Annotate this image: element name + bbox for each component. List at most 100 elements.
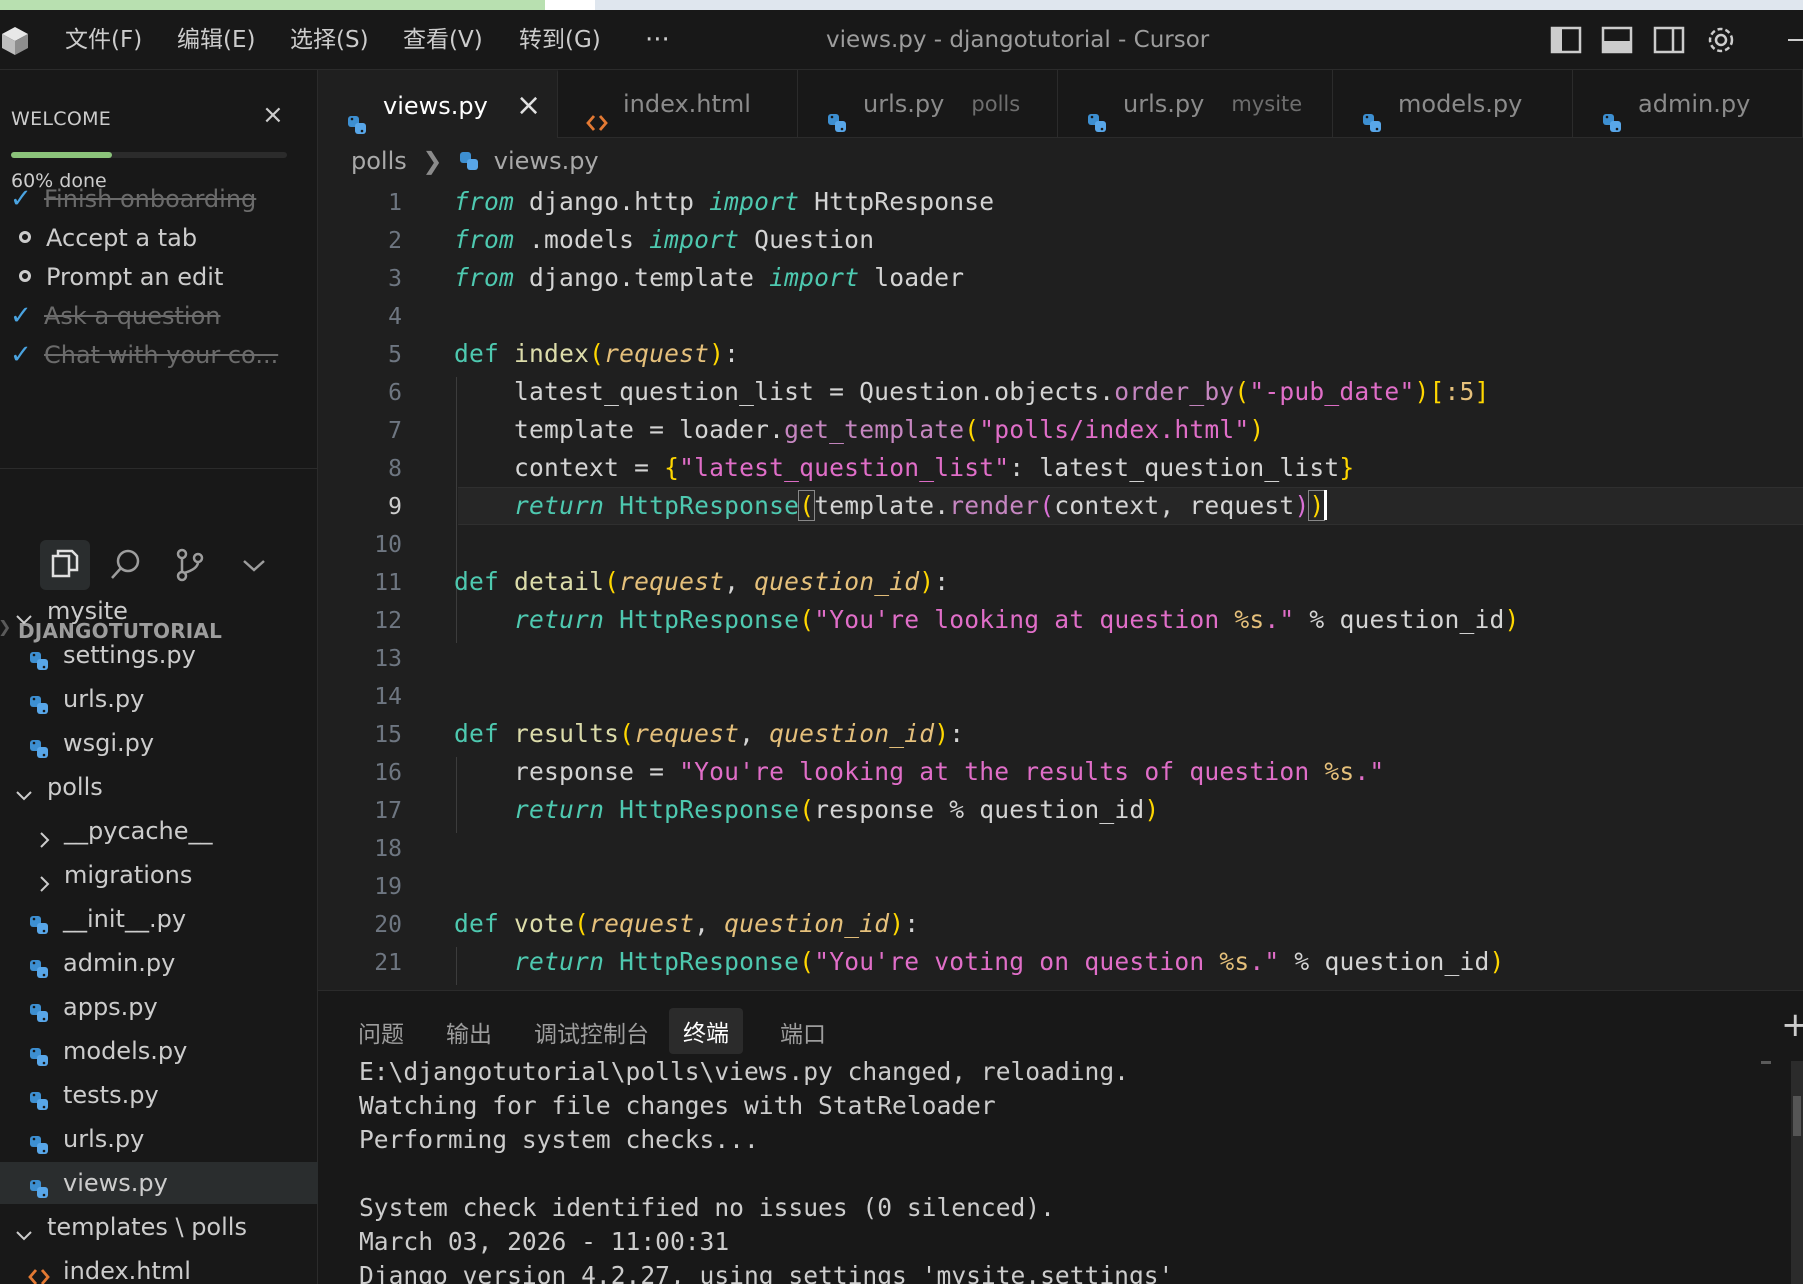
explorer-item[interactable]: __init__.py — [0, 898, 318, 940]
line-number: 11 — [374, 570, 402, 596]
onboarding-task[interactable]: Prompt an edit — [10, 262, 223, 292]
terminal-line: Watching for file changes with StatReloa… — [359, 1091, 996, 1120]
code-editor[interactable]: 1 2 3 4 5 6 7 8 9 10 11 12 13 14 15 16 17 18 19 20 21 from d… — [318, 180, 1803, 990]
python-file-icon — [30, 652, 48, 670]
onboarding-task[interactable]: ✓ Chat with your co... — [10, 340, 278, 370]
tab-ports[interactable]: 端口 — [780, 1015, 826, 1049]
toggle-panel-icon[interactable] — [1597, 20, 1637, 60]
explorer-item[interactable]: index.html — [0, 1250, 318, 1284]
python-file-icon — [30, 1048, 48, 1066]
explorer-item[interactable]: wsgi.py — [0, 722, 318, 764]
python-file-icon — [30, 916, 48, 934]
code-line-6: latest_question_list = Question.objects.… — [454, 377, 1490, 406]
explorer-item[interactable]: admin.py — [0, 942, 318, 984]
breadcrumb-file[interactable]: views.py — [494, 147, 599, 175]
tab-admin-py[interactable]: admin.py — [1573, 70, 1803, 138]
tab-label: index.html — [623, 90, 751, 118]
checkmark-icon: ✓ — [10, 184, 32, 214]
tab-debug-console[interactable]: 调试控制台 — [534, 1015, 649, 1049]
terminal-scrollbar[interactable] — [1791, 1061, 1803, 1284]
tab-models-py[interactable]: models.py — [1333, 70, 1573, 138]
menu-view[interactable]: 查看(V) — [403, 10, 483, 70]
line-number: 19 — [374, 874, 402, 900]
checkmark-icon: ✓ — [10, 301, 32, 331]
code-line-16: response = "You're looking at the result… — [454, 757, 1385, 786]
explorer-item[interactable]: apps.py — [0, 986, 318, 1028]
breadcrumb-folder[interactable]: polls — [351, 147, 407, 175]
new-terminal-icon[interactable]: + — [1781, 1005, 1803, 1045]
line-number: 9 — [388, 494, 402, 520]
tab-urls-py[interactable]: urls.py polls — [798, 70, 1058, 138]
explorer-item[interactable]: views.py — [0, 1162, 318, 1204]
chevron-down-icon[interactable] — [234, 545, 274, 585]
tab-output[interactable]: 输出 — [446, 1015, 492, 1049]
onboarding-task[interactable]: ✓ Finish onboarding — [10, 184, 256, 214]
indent-guide — [456, 947, 457, 985]
tab-views-py[interactable]: views.py × — [318, 70, 558, 138]
explorer-item[interactable]: urls.py — [0, 1118, 318, 1160]
line-number: 20 — [374, 912, 402, 938]
onboarding-task[interactable]: Accept a tab — [10, 223, 197, 253]
close-tab-icon[interactable]: × — [516, 72, 541, 140]
taskbar-strip-fill — [0, 0, 545, 10]
explorer-item[interactable]: tests.py — [0, 1074, 318, 1116]
line-number: 21 — [374, 950, 402, 976]
terminal-line: March 03, 2026 - 11:00:31 — [359, 1227, 730, 1256]
tab-label: urls.py — [863, 90, 945, 118]
explorer-item-label: __init__.py — [63, 905, 187, 933]
explorer-item[interactable]: templates \ polls — [0, 1206, 318, 1248]
cursor-logo-icon[interactable] — [0, 26, 30, 56]
menu-edit[interactable]: 编辑(E) — [177, 10, 255, 70]
line-number: 13 — [374, 646, 402, 672]
line-number: 7 — [388, 418, 402, 444]
explorer-item[interactable]: mysite — [0, 590, 318, 632]
toggle-primary-sidebar-icon[interactable] — [1546, 20, 1586, 60]
window-title: views.py - djangotutorial - Cursor — [826, 27, 1210, 53]
python-file-icon — [30, 1004, 48, 1022]
explorer-activity-button[interactable] — [40, 540, 90, 590]
tab-index-html[interactable]: index.html — [558, 70, 798, 138]
tab-description: mysite — [1231, 92, 1303, 116]
checkmark-icon: ✓ — [10, 340, 32, 370]
menu-go[interactable]: 转到(G) — [519, 10, 601, 70]
explorer-item-label: tests.py — [63, 1081, 159, 1109]
python-file-icon — [30, 740, 48, 758]
code-line-15: def results(request, question_id): — [454, 719, 965, 748]
tab-icon-wrap — [1601, 92, 1623, 160]
explorer-item-label: templates \ polls — [47, 1213, 247, 1241]
chevron-down-icon — [16, 615, 32, 625]
onboarding-task-label: Finish onboarding — [44, 185, 257, 213]
code-line-11: def detail(request, question_id): — [454, 567, 950, 596]
html-file-icon-wrap — [28, 1259, 50, 1284]
explorer-item[interactable]: migrations — [0, 854, 318, 896]
source-control-icon[interactable] — [170, 545, 210, 585]
python-file-icon — [30, 1092, 48, 1110]
tab-urls-py[interactable]: urls.py mysite — [1058, 70, 1333, 138]
onboarding-task-label: Prompt an edit — [46, 263, 224, 291]
explorer-item[interactable]: polls — [0, 766, 318, 808]
chevron-right-icon — [40, 876, 50, 892]
explorer-item-label: settings.py — [63, 641, 196, 669]
terminal-scrollbar-thumb[interactable] — [1793, 1096, 1801, 1136]
tab-terminal[interactable]: 终端 — [669, 1008, 743, 1054]
code-line-3: from django.template import loader — [454, 263, 965, 292]
circle-icon — [19, 231, 31, 243]
terminal-line: Django version 4.2.27, using settings 'm… — [359, 1261, 1174, 1284]
line-number: 3 — [388, 266, 402, 292]
explorer-item[interactable]: models.py — [0, 1030, 318, 1072]
onboarding-task[interactable]: ✓ Ask a question — [10, 301, 220, 331]
explorer-item[interactable]: settings.py — [0, 634, 318, 676]
welcome-close-icon[interactable]: × — [262, 100, 284, 130]
tab-problems[interactable]: 问题 — [358, 1015, 404, 1049]
toggle-secondary-sidebar-icon[interactable] — [1649, 20, 1689, 60]
explorer-item[interactable]: urls.py — [0, 678, 318, 720]
explorer-item[interactable]: __pycache__ — [0, 810, 318, 852]
taskbar-strip — [0, 0, 1803, 10]
menu-file[interactable]: 文件(F) — [65, 10, 142, 70]
minimize-icon[interactable] — [1780, 20, 1803, 60]
menu-selection[interactable]: 选择(S) — [290, 10, 369, 70]
settings-gear-icon[interactable] — [1701, 20, 1741, 60]
search-icon[interactable] — [106, 545, 146, 585]
onboarding-progress-bar — [11, 152, 287, 158]
more-menus-button[interactable]: ··· — [645, 10, 670, 70]
